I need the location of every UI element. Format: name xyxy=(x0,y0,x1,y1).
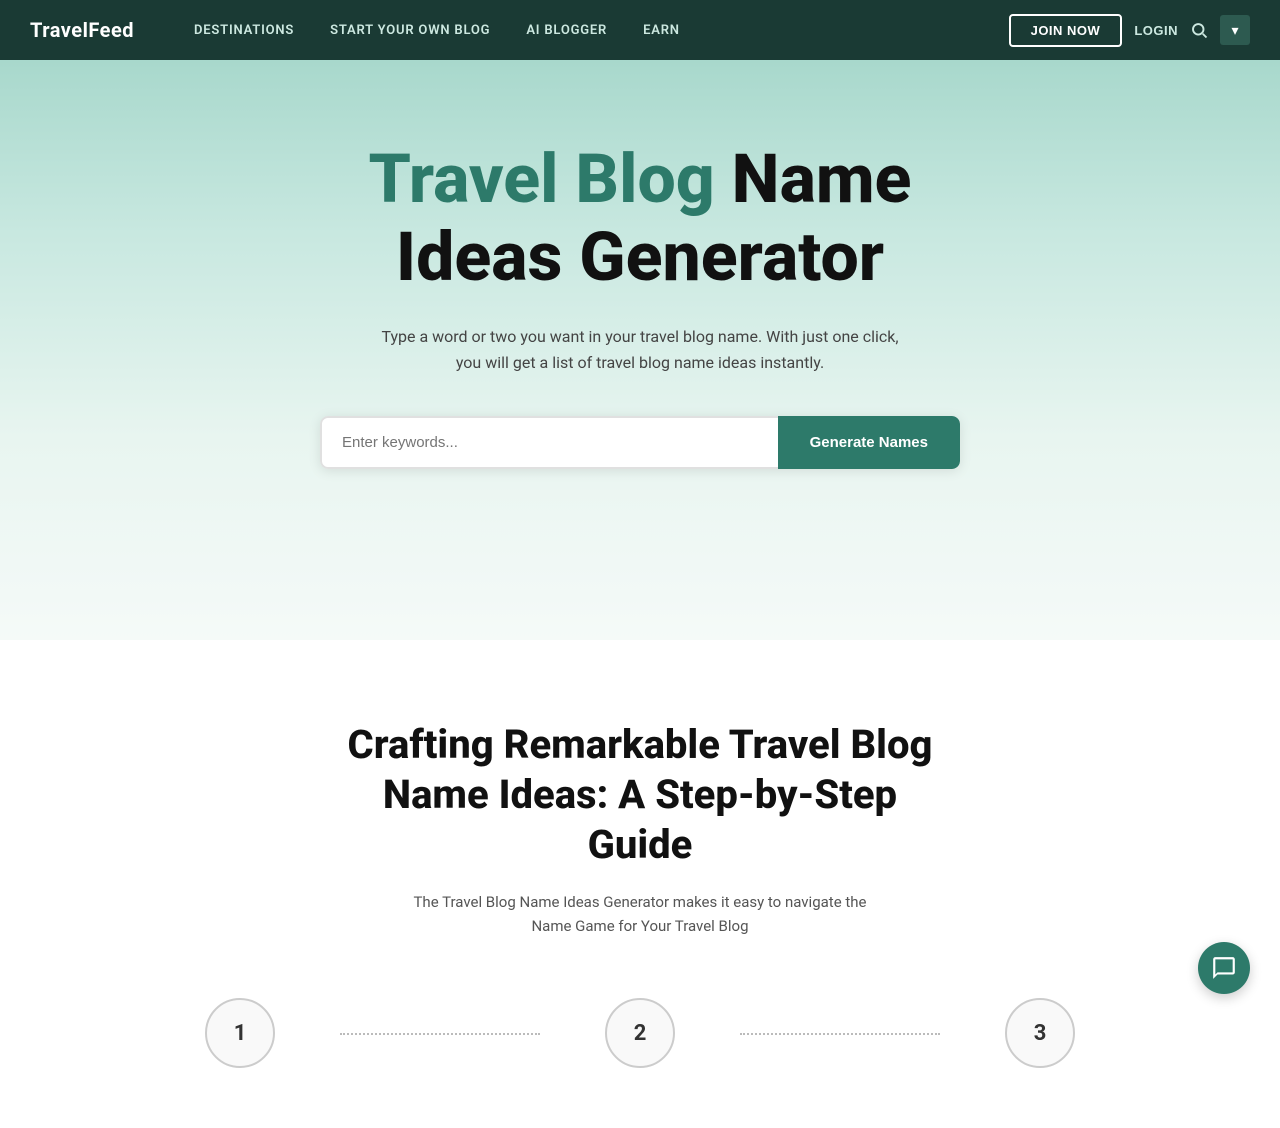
logo[interactable]: TravelFeed xyxy=(30,18,134,42)
guide-subtitle: The Travel Blog Name Ideas Generator mak… xyxy=(400,890,880,938)
chevron-down-icon[interactable]: ▾ xyxy=(1220,15,1250,45)
nav-ai-blogger[interactable]: AI BLOGGER xyxy=(526,23,607,38)
search-icon[interactable] xyxy=(1190,21,1208,39)
step-3-number: 3 xyxy=(1034,1021,1047,1046)
hero-title: Travel Blog Name Ideas Generator xyxy=(290,140,990,296)
steps-row: 1 2 3 xyxy=(140,998,1140,1068)
nav-start-blog[interactable]: START YOUR OWN BLOG xyxy=(330,23,490,38)
nav-destinations[interactable]: DESTINATIONS xyxy=(194,23,294,38)
step-connector-2 xyxy=(740,1033,940,1035)
step-3: 3 xyxy=(940,998,1140,1068)
step-connector-1 xyxy=(340,1033,540,1035)
main-nav: DESTINATIONS START YOUR OWN BLOG AI BLOG… xyxy=(194,23,1009,38)
header: TravelFeed DESTINATIONS START YOUR OWN B… xyxy=(0,0,1280,60)
step-1-number: 1 xyxy=(234,1021,247,1046)
step-1: 1 xyxy=(140,998,340,1068)
login-button[interactable]: LOGIN xyxy=(1134,23,1178,38)
keyword-input[interactable] xyxy=(320,416,778,469)
nav-earn[interactable]: EARN xyxy=(643,23,680,38)
step-2-circle: 2 xyxy=(605,998,675,1068)
step-2-number: 2 xyxy=(634,1021,647,1046)
step-3-circle: 3 xyxy=(1005,998,1075,1068)
hero-title-highlight: Travel Blog xyxy=(369,139,715,219)
header-actions: JOIN NOW LOGIN ▾ xyxy=(1009,14,1250,47)
step-1-circle: 1 xyxy=(205,998,275,1068)
keyword-search-bar: Generate Names xyxy=(320,416,960,469)
generate-names-button[interactable]: Generate Names xyxy=(778,416,960,469)
join-now-button[interactable]: JOIN NOW xyxy=(1009,14,1123,47)
step-2: 2 xyxy=(540,998,740,1068)
hero-section: Travel Blog Name Ideas Generator Type a … xyxy=(0,60,1280,640)
chat-button[interactable] xyxy=(1198,942,1250,994)
guide-section: Crafting Remarkable Travel Blog Name Ide… xyxy=(0,640,1280,1128)
hero-subtitle: Type a word or two you want in your trav… xyxy=(380,324,900,375)
guide-title: Crafting Remarkable Travel Blog Name Ide… xyxy=(340,720,940,870)
